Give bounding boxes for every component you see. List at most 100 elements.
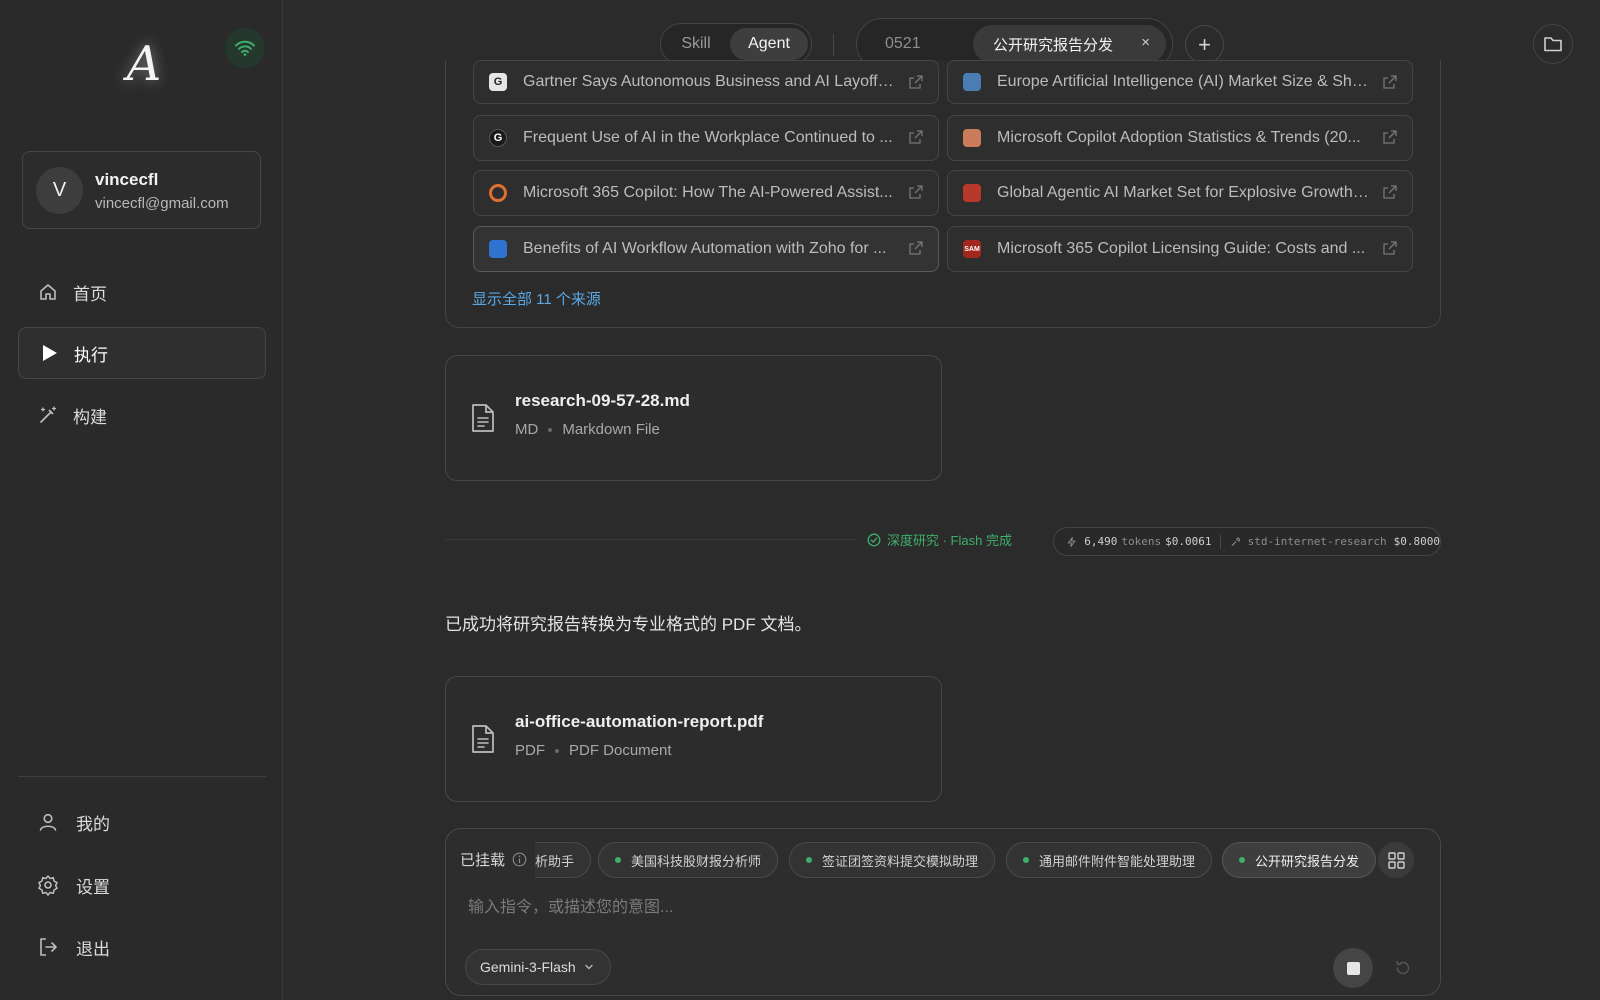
new-session-button[interactable]: + [1185,25,1224,64]
file-name: research-09-57-28.md [515,391,690,410]
nav-item-logout[interactable]: 退出 [36,932,110,962]
gear-icon [36,873,60,897]
grid-icon [1387,851,1405,869]
usage-separator [1220,534,1222,549]
external-link-icon [1383,185,1397,199]
connection-status-icon[interactable] [225,28,265,68]
usage-summary: 6,490 tokens $0.0061 std-internet-resear… [1053,527,1441,556]
agent-chip[interactable]: 通用邮件附件智能处理助理 [1006,842,1213,878]
agent-chip[interactable]: 析助手 [535,842,592,878]
status-divider [445,539,855,540]
retry-button[interactable] [1383,948,1423,988]
nav-item-label: 执行 [74,345,108,365]
source-favicon: G [489,129,507,147]
source-favicon [963,129,981,147]
wifi-icon [235,40,255,56]
user-name: vincecfl [95,170,159,189]
session-tab-active[interactable]: 公开研究报告分发 × [973,25,1166,63]
source-link[interactable]: Europe Artificial Intelligence (AI) Mark… [947,60,1413,104]
source-link[interactable]: Microsoft Copilot Adoption Statistics & … [947,115,1413,161]
tool-icon [1231,537,1241,546]
magic-wand-icon [37,404,59,426]
agent-chip[interactable]: 美国科技股财报分析师 [598,842,779,878]
show-all-sources-link[interactable]: 显示全部 11 个来源 [472,288,601,309]
source-title: Microsoft 365 Copilot Licensing Guide: C… [997,240,1366,257]
document-icon [472,725,494,753]
folder-button[interactable] [1533,24,1573,64]
source-link[interactable]: G Frequent Use of AI in the Workplace Co… [473,115,939,161]
session-tab-label: 公开研究报告分发 [993,36,1114,54]
home-icon [37,281,59,303]
user-card[interactable]: V vincecfl vincecfl@gmail.com [22,151,261,229]
source-favicon: G [489,73,507,91]
source-link[interactable]: Global Agentic AI Market Set for Explosi… [947,170,1413,216]
user-email: vincecfl@gmail.com [95,195,229,212]
check-circle-icon [867,533,881,546]
file-card[interactable]: research-09-57-28.md MD Markdown File [445,355,942,481]
nav-item-execute[interactable]: 执行 [18,327,266,379]
app-window: A V vincecfl vincecfl@gmail.com 首页 执行 构建… [0,0,1600,1000]
nav-item-build[interactable]: 构建 [18,389,266,441]
stop-icon [1346,961,1360,975]
research-status: 深度研究 · Flash 完成 [867,530,1012,549]
nav-item-label: 设置 [76,877,110,897]
source-link[interactable]: SAM Microsoft 365 Copilot Licensing Guid… [947,226,1413,272]
refresh-icon [1396,960,1410,975]
research-status-text: 深度研究 · Flash 完成 [887,533,1012,548]
nav-item-label: 构建 [73,407,107,427]
status-dot [615,857,621,863]
model-selector[interactable]: Gemini-3-Flash [465,949,611,985]
nav-item-label: 首页 [73,284,107,304]
user-icon [36,810,60,834]
stop-button[interactable] [1333,948,1373,988]
info-icon[interactable] [512,852,527,867]
file-meta: PDF PDF Document [515,742,672,759]
nav-item-label: 我的 [76,814,110,834]
source-favicon [963,184,981,202]
source-title: Gartner Says Autonomous Business and AI … [523,73,896,90]
file-type: Markdown File [562,421,660,438]
separator-dot [555,748,559,753]
agent-chip-label: 美国科技股财报分析师 [631,853,762,869]
session-tab-date[interactable]: 0521 [885,35,921,53]
avatar: V [36,167,83,214]
source-link[interactable]: G Gartner Says Autonomous Business and A… [473,60,939,104]
source-link[interactable]: Benefits of AI Workflow Automation with … [473,226,939,272]
source-link[interactable]: Microsoft 365 Copilot: How The AI-Powere… [473,170,939,216]
status-dot [1239,857,1245,863]
file-card[interactable]: ai-office-automation-report.pdf PDF PDF … [445,676,942,802]
nav-item-home[interactable]: 首页 [18,266,266,318]
sidebar-divider [18,776,266,777]
folder-icon [1544,37,1562,52]
token-label: tokens [1121,535,1162,548]
agent-chip-label: 通用邮件附件智能处理助理 [1039,853,1196,869]
tool-name: std-internet-research [1247,535,1387,548]
nav-item-settings[interactable]: 设置 [36,870,110,900]
source-title: Microsoft 365 Copilot: How The AI-Powere… [523,184,893,201]
external-link-icon [909,241,923,255]
mode-skill-button[interactable]: Skill [667,28,725,60]
mode-agent-button[interactable]: Agent [730,28,808,60]
source-title: Microsoft Copilot Adoption Statistics & … [997,129,1361,146]
source-favicon: SAM [963,240,981,258]
external-link-icon [1383,130,1397,144]
source-favicon [489,240,507,258]
token-count: 6,490 [1084,535,1118,548]
agent-grid-button[interactable] [1378,842,1414,878]
command-input[interactable] [468,893,1408,923]
source-title: Frequent Use of AI in the Workplace Cont… [523,129,893,146]
tool-cost: $0.8000 [1393,535,1441,548]
nav-item-profile[interactable]: 我的 [36,807,110,837]
agent-chip-label: 析助手 [535,853,575,869]
external-link-icon [1383,75,1397,89]
file-type: PDF Document [569,742,672,759]
agent-chip-active[interactable]: 公开研究报告分发 [1222,842,1377,878]
model-selector-label: Gemini-3-Flash [480,959,576,975]
mounted-label-text: 已挂载 [460,852,506,869]
status-dot [1023,857,1029,863]
separator-dot [548,427,553,432]
file-name: ai-office-automation-report.pdf [515,712,764,731]
close-icon[interactable]: × [1141,34,1150,51]
logout-icon [36,935,60,959]
agent-chip[interactable]: 签证团签资料提交模拟助理 [789,842,996,878]
